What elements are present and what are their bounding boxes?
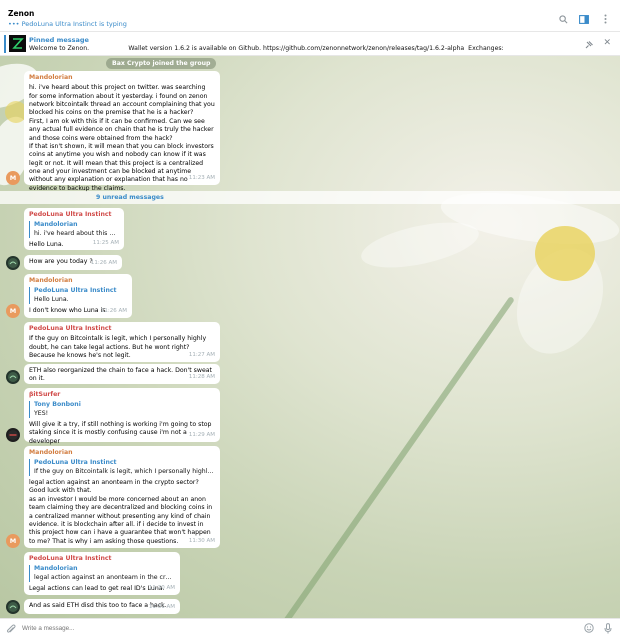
sender-name[interactable]: PedoLuna Ultra Instinct bbox=[29, 325, 215, 333]
background-flower-center bbox=[535, 226, 595, 281]
pinned-text: Welcome to Zenon. Wallet version 1.6.2 i… bbox=[29, 45, 504, 52]
message-time: 11:23 AM bbox=[188, 174, 215, 181]
pinned-accent-bar bbox=[4, 35, 6, 53]
message-time: 11:31 AM bbox=[148, 603, 175, 610]
message-text: hi. i've heard about this project on twi… bbox=[29, 84, 215, 192]
message-time: 11:30 AM bbox=[148, 584, 175, 591]
message-time: 11:28 AM bbox=[188, 373, 215, 380]
zenon-logo-icon bbox=[9, 35, 26, 52]
reply-author: Mandolorian bbox=[34, 565, 78, 573]
message-text: ETH also reorganized the chain to face a… bbox=[29, 367, 212, 383]
message-bubble[interactable]: Mandolorian hi. i've heard about this pr… bbox=[24, 71, 220, 192]
emoji-icon[interactable] bbox=[584, 623, 594, 636]
close-pinned-icon[interactable]: ✕ bbox=[603, 38, 611, 48]
background-petal bbox=[357, 213, 483, 277]
reply-text: legal action against an anonteam in the … bbox=[34, 573, 175, 581]
message-time: 11:25 AM bbox=[92, 239, 119, 246]
sender-name[interactable]: βitSurfer bbox=[29, 391, 215, 399]
avatar[interactable] bbox=[6, 256, 20, 270]
sender-name[interactable]: Mandolorian bbox=[29, 277, 127, 285]
more-options-icon[interactable] bbox=[600, 14, 610, 24]
message-bubble[interactable]: Mandolorian PedoLuna Ultra Instinct Hell… bbox=[24, 274, 132, 318]
reply-text: YES! bbox=[34, 409, 49, 417]
sender-name[interactable]: PedoLuna Ultra Instinct bbox=[29, 555, 175, 563]
background-stem bbox=[269, 296, 515, 618]
reply-author: PedoLuna Ultra Instinct bbox=[34, 287, 117, 295]
reply-author: Mandolorian bbox=[34, 221, 78, 229]
message-text: If the guy on Bitcointalk is legit, whic… bbox=[29, 335, 207, 360]
reply-quote[interactable]: Tony Bonboni YES! bbox=[29, 401, 215, 419]
message-time: 11:26 AM bbox=[90, 259, 117, 266]
sidebar-toggle-icon[interactable] bbox=[579, 14, 589, 24]
avatar[interactable] bbox=[6, 428, 20, 442]
reply-text: hi. i've heard about this proje... bbox=[34, 229, 119, 237]
unread-messages-divider: 9 unread messages bbox=[0, 191, 620, 204]
reply-text: Hello Luna. bbox=[34, 295, 69, 303]
reply-quote[interactable]: Mandolorian legal action against an anon… bbox=[29, 565, 175, 583]
avatar[interactable]: M bbox=[6, 304, 20, 318]
message-time: 11:26 AM bbox=[100, 307, 127, 314]
sender-name[interactable]: Mandolorian bbox=[29, 449, 215, 457]
avatar[interactable]: M bbox=[6, 534, 20, 548]
reply-quote[interactable]: PedoLuna Ultra Instinct If the guy on Bi… bbox=[29, 459, 215, 477]
search-icon[interactable] bbox=[558, 14, 568, 24]
avatar[interactable] bbox=[6, 370, 20, 384]
reply-text: If the guy on Bitcointalk is legit, whic… bbox=[34, 467, 215, 475]
message-bubble[interactable]: ETH also reorganized the chain to face a… bbox=[24, 364, 220, 384]
message-input[interactable] bbox=[22, 625, 502, 632]
message-time: 11:30 AM bbox=[188, 537, 215, 544]
chat-title[interactable]: Zenon bbox=[8, 9, 34, 18]
typing-indicator: ••• PedoLuna Ultra Instinct is typing bbox=[8, 20, 127, 28]
reply-author: PedoLuna Ultra Instinct bbox=[34, 459, 117, 467]
message-bubble[interactable]: PedoLuna Ultra Instinct If the guy on Bi… bbox=[24, 322, 220, 362]
reply-quote[interactable]: Mandolorian hi. i've heard about this pr… bbox=[29, 221, 119, 239]
message-time: 11:27 AM bbox=[188, 351, 215, 358]
sender-name[interactable]: PedoLuna Ultra Instinct bbox=[29, 211, 119, 219]
message-text: Will give it a try, if still nothing is … bbox=[29, 421, 212, 445]
microphone-icon[interactable] bbox=[604, 623, 612, 637]
message-bubble[interactable]: PedoLuna Ultra Instinct Mandolorian lega… bbox=[24, 552, 180, 595]
pinned-message-bar[interactable]: Pinned message Welcome to Zenon. Wallet … bbox=[0, 32, 620, 56]
service-message: Bax Crypto joined the group bbox=[106, 58, 217, 69]
avatar[interactable]: M bbox=[6, 171, 20, 185]
header-actions bbox=[558, 14, 610, 24]
message-composer bbox=[0, 618, 620, 640]
sender-name[interactable]: Mandolorian bbox=[29, 74, 215, 82]
reply-author: Tony Bonboni bbox=[34, 401, 81, 409]
pinned-title: Pinned message bbox=[29, 36, 89, 44]
message-list[interactable]: Bax Crypto joined the group Mandolorian … bbox=[0, 56, 620, 618]
message-bubble[interactable]: βitSurfer Tony Bonboni YES! Will give it… bbox=[24, 388, 220, 445]
message-bubble[interactable]: PedoLuna Ultra Instinct Mandolorian hi. … bbox=[24, 208, 124, 250]
message-time: 11:29 AM bbox=[188, 431, 215, 438]
reply-quote[interactable]: PedoLuna Ultra Instinct Hello Luna. bbox=[29, 287, 127, 305]
message-bubble[interactable]: Mandolorian PedoLuna Ultra Instinct If t… bbox=[24, 446, 220, 548]
message-bubble[interactable]: How are you today ? 11:26 AM bbox=[24, 255, 122, 270]
attach-icon[interactable] bbox=[6, 624, 16, 638]
message-bubble[interactable]: And as said ETH disd this too to face a … bbox=[24, 599, 180, 614]
avatar[interactable] bbox=[6, 600, 20, 614]
pin-icon[interactable] bbox=[585, 41, 593, 51]
chat-header: Zenon ••• PedoLuna Ultra Instinct is typ… bbox=[0, 0, 620, 32]
message-text: legal action against an anonteam in the … bbox=[29, 479, 213, 545]
